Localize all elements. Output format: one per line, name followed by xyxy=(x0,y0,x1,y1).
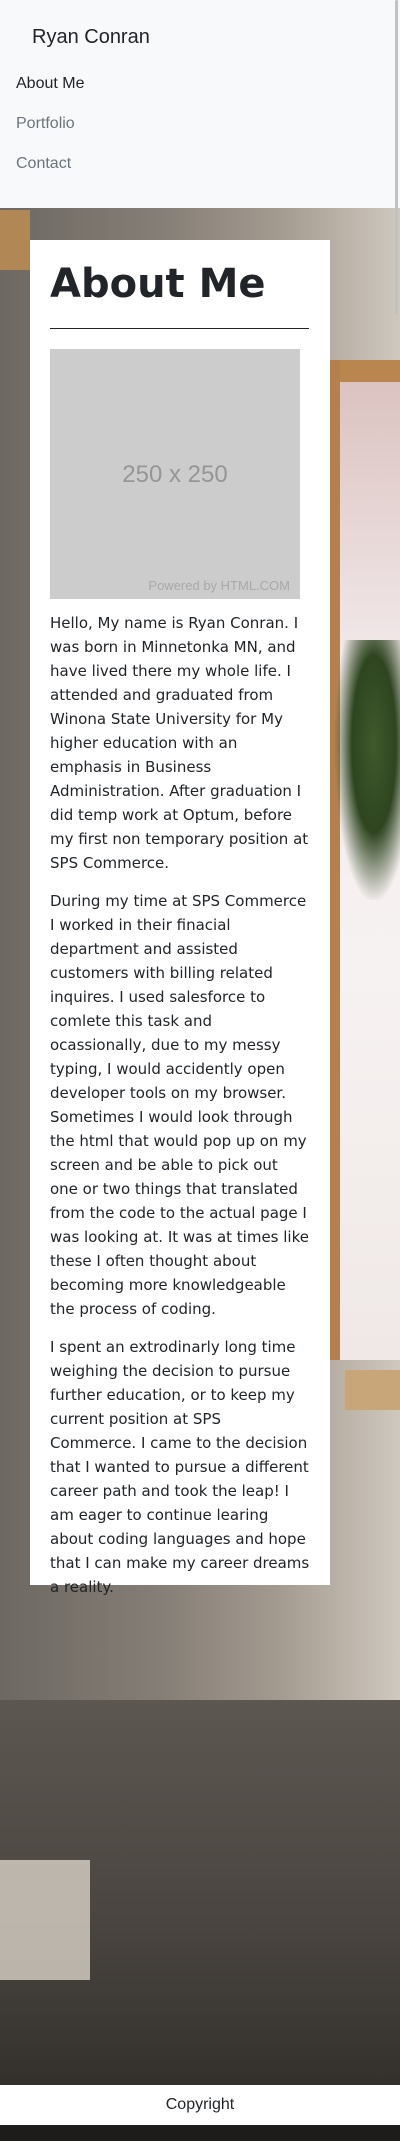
profile-image-placeholder: 250 x 250 Powered by HTML.COM xyxy=(50,349,300,599)
background-window-frame xyxy=(330,360,400,382)
background-window-sill xyxy=(345,1370,400,1410)
background-chair xyxy=(0,210,30,270)
background-baseboard xyxy=(0,1860,90,1980)
background-plant xyxy=(335,640,400,900)
background-bottom-strip xyxy=(0,2125,400,2141)
nav-item-portfolio[interactable]: Portfolio xyxy=(16,104,384,144)
bio-paragraph-3: I spent an extrodinarly long time weighi… xyxy=(50,1338,310,1596)
bio-paragraph-2: During my time at SPS Commerce I worked … xyxy=(50,892,309,1318)
nav-item-contact[interactable]: Contact xyxy=(16,144,384,184)
nav-item-about-me[interactable]: About Me xyxy=(16,64,384,104)
image-dimensions-label: 250 x 250 xyxy=(122,461,228,488)
page-title: About Me xyxy=(50,261,266,307)
title-divider xyxy=(50,328,309,329)
navbar-brand[interactable]: Ryan Conran xyxy=(32,24,384,51)
image-credit: Powered by HTML.COM xyxy=(148,578,290,593)
footer: Copyright xyxy=(0,2085,400,2125)
about-card: About Me 250 x 250 Powered by HTML.COM H… xyxy=(30,240,330,1596)
nav-list: About Me Portfolio Contact xyxy=(16,64,384,184)
bio-paragraph-1: Hello, My name is Ryan Conran. I was bor… xyxy=(50,614,309,872)
scrollbar-thumb[interactable] xyxy=(395,0,398,315)
navbar: Ryan Conran About Me Portfolio Contact xyxy=(0,0,400,315)
footer-copyright: Copyright xyxy=(165,2096,235,2113)
